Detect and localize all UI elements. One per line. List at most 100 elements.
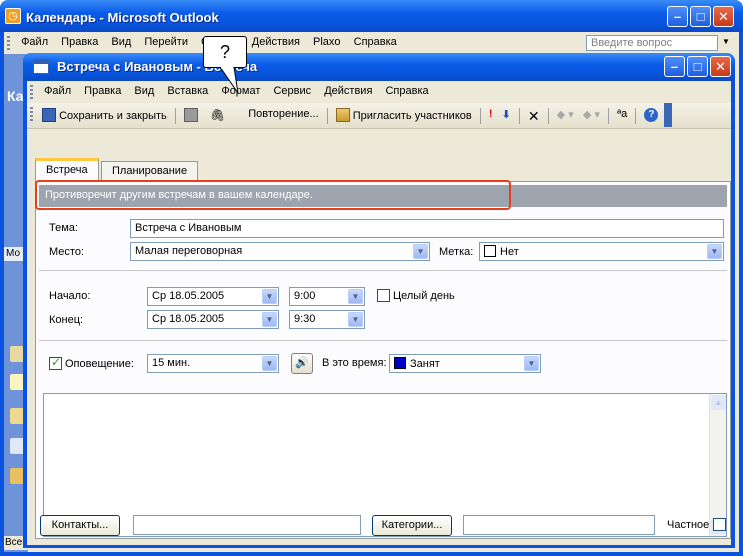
conflict-highlight-frame — [35, 180, 511, 210]
location-combobox[interactable]: Малая переговорная ▼ — [130, 242, 430, 261]
translate-icon[interactable]: ªa — [614, 103, 630, 127]
appt-menu-tools[interactable]: Сервис — [268, 81, 316, 97]
categories-button[interactable]: Категории... — [372, 515, 452, 536]
toolbar-separator — [635, 108, 637, 124]
label-color-swatch — [484, 245, 496, 257]
show-as-value: Занят — [410, 358, 440, 370]
chevron-down-icon[interactable]: ▼ — [262, 312, 277, 327]
print-icon — [183, 108, 198, 122]
reminder-label: Оповещение: — [65, 358, 134, 370]
appt-menu-actions[interactable]: Действия — [319, 81, 377, 97]
appt-menu-insert[interactable]: Вставка — [162, 81, 213, 97]
reminder-checkbox[interactable]: Оповещение: — [49, 355, 134, 370]
label-label: Метка: — [439, 246, 474, 258]
appointment-title-bar[interactable]: Встреча с Ивановым - Встреча – □ ✕ — [23, 53, 735, 81]
outlook-title-bar[interactable]: ◷ Календарь - Microsoft Outlook – □ ✕ — [0, 0, 743, 32]
appointment-toolbar: Сохранить и закрыть 🖇 Повторение... Приг… — [27, 103, 731, 129]
chevron-down-icon[interactable]: ▼ — [348, 312, 363, 327]
checkbox-icon[interactable] — [377, 289, 390, 302]
notes-scrollbar[interactable]: ▲ ▼ — [709, 394, 726, 536]
menu-actions[interactable]: Действия — [247, 32, 305, 48]
all-day-checkbox[interactable]: Целый день — [377, 289, 455, 302]
question-callout: ? — [203, 36, 247, 68]
show-as-select[interactable]: Занят ▼ — [389, 354, 541, 373]
appointment-window: Встреча с Ивановым - Встреча – □ ✕ Файл … — [23, 53, 735, 548]
reminder-value: 15 мин. — [152, 357, 191, 369]
tab-scheduling[interactable]: Планирование — [101, 161, 199, 181]
appointment-maximize-button[interactable]: □ — [687, 56, 708, 77]
end-time-select[interactable]: 9:30 ▼ — [289, 310, 365, 329]
toolbar-separator — [174, 108, 176, 124]
appointment-calendar-icon — [33, 59, 49, 74]
appointment-menu-grip-icon[interactable] — [30, 85, 33, 99]
menu-help[interactable]: Справка — [349, 32, 402, 48]
menu-go[interactable]: Перейти — [139, 32, 193, 48]
high-importance-icon[interactable]: ! — [486, 103, 496, 127]
subject-input[interactable]: Встреча с Ивановым — [130, 219, 724, 238]
outlook-window-title: Календарь - Microsoft Outlook — [26, 10, 219, 25]
end-date-value: Ср 18.05.2005 — [152, 313, 225, 325]
appointment-close-button[interactable]: ✕ — [710, 56, 731, 77]
start-date-picker[interactable]: Ср 18.05.2005 ▼ — [147, 287, 279, 306]
menu-grip-icon[interactable] — [7, 36, 10, 50]
appt-menu-file[interactable]: Файл — [39, 81, 76, 97]
save-icon — [42, 108, 57, 122]
private-checkbox[interactable] — [713, 518, 726, 531]
appt-menu-view[interactable]: Вид — [129, 81, 159, 97]
appointment-minimize-button[interactable]: – — [664, 56, 685, 77]
low-importance-icon[interactable]: ⬇ — [499, 103, 514, 127]
end-label: Конец: — [49, 314, 84, 326]
help-dropdown-icon[interactable]: ▼ — [722, 37, 730, 46]
show-as-label: В это время: — [322, 357, 387, 369]
invite-icon — [335, 108, 350, 122]
label-select[interactable]: Нет ▼ — [479, 242, 724, 261]
help-question-input[interactable]: Введите вопрос — [586, 35, 718, 51]
label-value: Нет — [500, 246, 519, 258]
contacts-input[interactable] — [133, 515, 361, 535]
recurrence-button[interactable]: Повторение... — [245, 103, 321, 127]
categories-input[interactable] — [463, 515, 655, 535]
reminder-sound-icon[interactable]: 🔊 — [291, 353, 313, 374]
chevron-down-icon[interactable]: ▼ — [348, 289, 363, 304]
chevron-down-icon[interactable]: ▼ — [524, 356, 539, 371]
private-label: Частное — [667, 519, 710, 531]
reminder-select[interactable]: 15 мин. ▼ — [147, 354, 279, 373]
outlook-app-icon: ◷ — [5, 8, 21, 24]
print-button[interactable] — [181, 103, 204, 127]
end-time-value: 9:30 — [294, 313, 316, 325]
toolbar-separator — [479, 108, 481, 124]
scroll-up-icon[interactable]: ▲ — [711, 395, 726, 410]
chevron-down-icon[interactable]: ▼ — [262, 289, 277, 304]
close-button[interactable]: ✕ — [713, 6, 734, 27]
menu-view[interactable]: Вид — [106, 32, 136, 48]
tab-appointment[interactable]: Встреча — [35, 158, 99, 182]
menu-edit[interactable]: Правка — [56, 32, 103, 48]
start-time-select[interactable]: 9:00 ▼ — [289, 287, 365, 306]
attach-button[interactable]: 🖇 — [207, 103, 228, 127]
toolbar-separator — [326, 108, 328, 124]
minimize-button[interactable]: – — [667, 6, 688, 27]
delete-icon[interactable]: ✕ — [525, 103, 543, 127]
subject-label: Тема: — [49, 222, 78, 234]
location-value: Малая переговорная — [135, 245, 243, 257]
menu-plaxo[interactable]: Plaxo — [308, 32, 346, 48]
save-and-close-button[interactable]: Сохранить и закрыть — [39, 103, 170, 127]
help-icon[interactable]: ? — [641, 103, 661, 127]
toolbar-options-icon[interactable] — [664, 103, 673, 127]
invite-attendees-button[interactable]: Пригласить участников — [333, 103, 475, 127]
chevron-down-icon[interactable]: ▼ — [262, 356, 277, 371]
appointment-menu-bar: Файл Правка Вид Вставка Формат Сервис Де… — [27, 81, 731, 103]
previous-item-icon[interactable]: ◆ ▾ — [554, 103, 577, 127]
toolbar-grip-icon[interactable] — [30, 107, 33, 121]
appt-menu-edit[interactable]: Правка — [79, 81, 126, 97]
end-date-picker[interactable]: Ср 18.05.2005 ▼ — [147, 310, 279, 329]
contacts-button[interactable]: Контакты... — [40, 515, 120, 536]
appt-menu-help[interactable]: Справка — [380, 81, 433, 97]
checkbox-checked-icon[interactable] — [49, 355, 62, 370]
menu-file[interactable]: Файл — [16, 32, 53, 48]
chevron-down-icon[interactable]: ▼ — [707, 244, 722, 259]
chevron-down-icon[interactable]: ▼ — [413, 244, 428, 259]
paperclip-icon: 🖇 — [209, 108, 226, 122]
maximize-button[interactable]: □ — [690, 6, 711, 27]
next-item-icon[interactable]: ◆ ▾ — [580, 103, 603, 127]
